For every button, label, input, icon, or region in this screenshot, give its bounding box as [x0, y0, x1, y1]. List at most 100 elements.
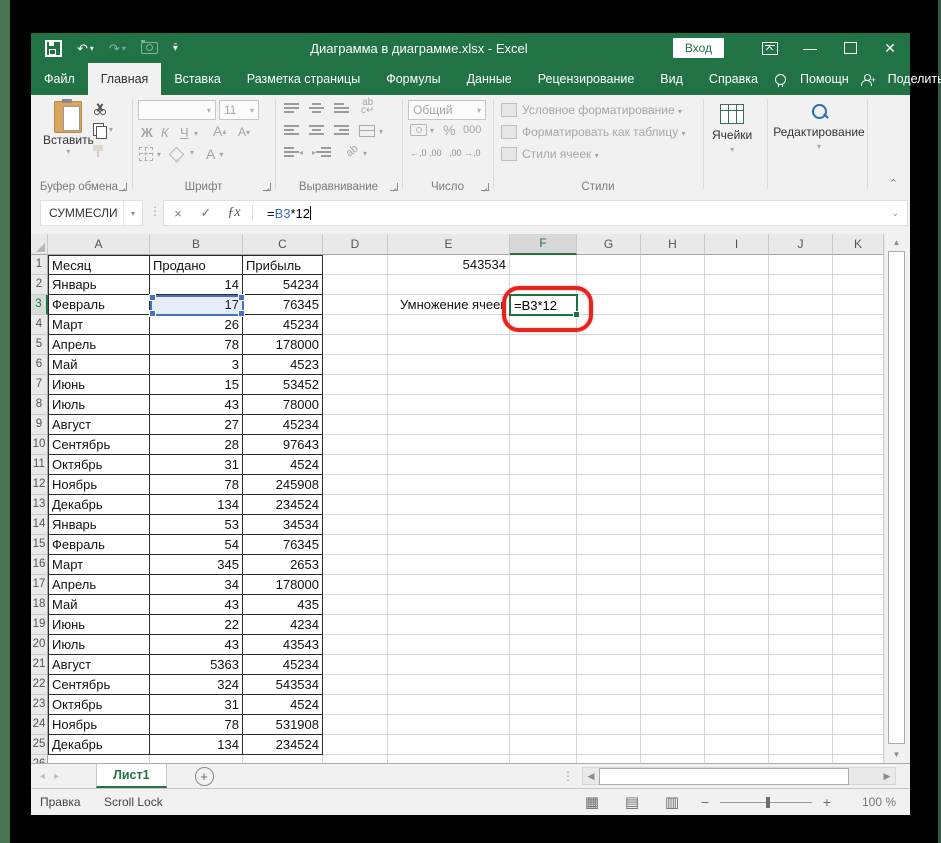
cell-A15[interactable]: Февраль — [48, 535, 150, 555]
cell-E16[interactable] — [388, 555, 510, 575]
cell-D24[interactable] — [323, 715, 388, 735]
cell-B1[interactable]: Продано — [150, 255, 243, 275]
scroll-right-icon[interactable]: ▶ — [879, 771, 895, 782]
cell-C7[interactable]: 53452 — [243, 375, 323, 395]
cell-G10[interactable] — [577, 435, 641, 455]
cell-B24[interactable]: 78 — [150, 715, 243, 735]
scroll-down-icon[interactable]: ▼ — [885, 746, 908, 763]
cell-J24[interactable] — [769, 715, 833, 735]
cell-J19[interactable] — [769, 615, 833, 635]
ribbon-tab-главная[interactable]: Главная — [88, 63, 162, 95]
row-header-9[interactable]: 9 — [31, 415, 48, 435]
cell-J11[interactable] — [769, 455, 833, 475]
cell-E12[interactable] — [388, 475, 510, 495]
zoom-in-icon[interactable]: + — [814, 794, 840, 810]
cell-H26[interactable] — [641, 755, 705, 763]
column-header-I[interactable]: I — [705, 234, 769, 255]
cell-J15[interactable] — [769, 535, 833, 555]
cell-I17[interactable] — [705, 575, 769, 595]
cell-K23[interactable] — [833, 695, 884, 715]
cell-A3[interactable]: Февраль — [48, 295, 150, 315]
cell-B14[interactable]: 53 — [150, 515, 243, 535]
cell-I21[interactable] — [705, 655, 769, 675]
row-header-18[interactable]: 18 — [31, 595, 48, 615]
cell-D11[interactable] — [323, 455, 388, 475]
worksheet-grid[interactable]: ABCDEFGHIJK1МесяцПроданоПрибыль5435342Ян… — [31, 234, 884, 763]
cell-K17[interactable] — [833, 575, 884, 595]
cell-G25[interactable] — [577, 735, 641, 755]
row-header-15[interactable]: 15 — [31, 535, 48, 555]
cell-A6[interactable]: Май — [48, 355, 150, 375]
vertical-scroll-thumb[interactable] — [888, 251, 905, 744]
ribbon-tab-вставка[interactable]: Вставка — [161, 63, 233, 95]
orientation-button[interactable]: ab — [344, 142, 361, 159]
cell-E26[interactable] — [388, 755, 510, 763]
cell-E1[interactable]: 543534 — [388, 255, 510, 275]
cell-F10[interactable] — [510, 435, 577, 455]
font-size-dropdown[interactable]: 11▾ — [219, 100, 259, 120]
cell-F17[interactable] — [510, 575, 577, 595]
cell-J17[interactable] — [769, 575, 833, 595]
cell-H23[interactable] — [641, 695, 705, 715]
cell-G24[interactable] — [577, 715, 641, 735]
row-header-20[interactable]: 20 — [31, 635, 48, 655]
cell-F16[interactable] — [510, 555, 577, 575]
cell-E4[interactable] — [388, 315, 510, 335]
italic-button[interactable]: К — [161, 125, 169, 140]
cell-G21[interactable] — [577, 655, 641, 675]
cell-F12[interactable] — [510, 475, 577, 495]
cell-I16[interactable] — [705, 555, 769, 575]
cell-F9[interactable] — [510, 415, 577, 435]
cell-H24[interactable] — [641, 715, 705, 735]
cell-D12[interactable] — [323, 475, 388, 495]
cell-G13[interactable] — [577, 495, 641, 515]
maximize-button[interactable] — [830, 33, 870, 63]
cut-button[interactable] — [93, 103, 107, 115]
cell-I8[interactable] — [705, 395, 769, 415]
row-header-4[interactable]: 4 — [31, 315, 48, 335]
cell-E24[interactable] — [388, 715, 510, 735]
cell-C17[interactable]: 178000 — [243, 575, 323, 595]
cell-C10[interactable]: 97643 — [243, 435, 323, 455]
column-header-A[interactable]: A — [48, 234, 150, 255]
cell-H21[interactable] — [641, 655, 705, 675]
cell-G18[interactable] — [577, 595, 641, 615]
cell-E21[interactable] — [388, 655, 510, 675]
align-middle-button[interactable] — [309, 103, 324, 113]
cell-B26[interactable] — [150, 755, 243, 763]
cell-I14[interactable] — [705, 515, 769, 535]
cell-H4[interactable] — [641, 315, 705, 335]
bold-button[interactable]: Ж — [141, 125, 153, 140]
cell-I25[interactable] — [705, 735, 769, 755]
cell-H14[interactable] — [641, 515, 705, 535]
cell-C25[interactable]: 234524 — [243, 735, 323, 755]
cell-I11[interactable] — [705, 455, 769, 475]
cell-D22[interactable] — [323, 675, 388, 695]
cell-C3[interactable]: 76345 — [243, 295, 323, 315]
cell-K10[interactable] — [833, 435, 884, 455]
cell-D5[interactable] — [323, 335, 388, 355]
cell-C21[interactable]: 45234 — [243, 655, 323, 675]
redo-icon[interactable]: ↷▾ — [109, 42, 126, 55]
cell-D4[interactable] — [323, 315, 388, 335]
cell-B16[interactable]: 345 — [150, 555, 243, 575]
ribbon-tab-рецензирование[interactable]: Рецензирование — [525, 63, 648, 95]
cell-C11[interactable]: 4524 — [243, 455, 323, 475]
align-bottom-button[interactable] — [334, 103, 349, 113]
cell-A8[interactable]: Июль — [48, 395, 150, 415]
cell-H6[interactable] — [641, 355, 705, 375]
cell-E19[interactable] — [388, 615, 510, 635]
cell-C5[interactable]: 178000 — [243, 335, 323, 355]
shrink-font-button[interactable]: А▾ — [238, 125, 250, 139]
format-painter-button[interactable] — [93, 145, 103, 151]
cell-J7[interactable] — [769, 375, 833, 395]
cell-I12[interactable] — [705, 475, 769, 495]
cell-A9[interactable]: Август — [48, 415, 150, 435]
cell-B7[interactable]: 15 — [150, 375, 243, 395]
editing-dropdown-icon[interactable]: ▾ — [817, 142, 821, 151]
cell-B25[interactable]: 134 — [150, 735, 243, 755]
number-dialog-launcher-icon[interactable] — [481, 183, 489, 191]
alignment-dialog-launcher-icon[interactable] — [390, 183, 398, 191]
cell-H18[interactable] — [641, 595, 705, 615]
cell-H10[interactable] — [641, 435, 705, 455]
